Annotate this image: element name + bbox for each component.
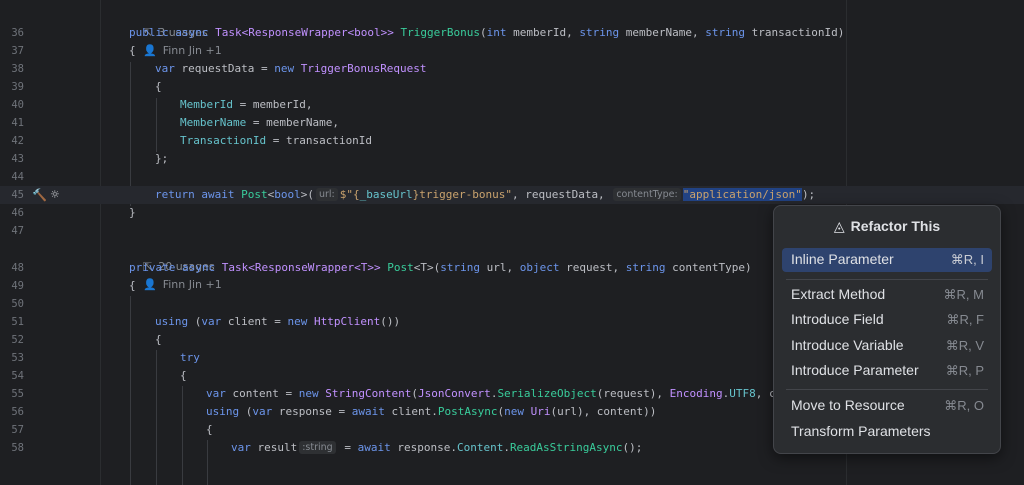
menu-item-inline-parameter[interactable]: Inline Parameter ⌘R, I: [782, 248, 992, 272]
code-text: var content = new StringContent(JsonConv…: [206, 387, 796, 400]
parameter-hint-contenttype: contentType:: [613, 188, 681, 201]
code-line[interactable]: 38 var requestData = new TriggerBonusReq…: [0, 60, 1024, 78]
code-text: using (var client = new HttpClient()): [155, 315, 401, 328]
line-number: 57: [11, 424, 24, 436]
line-number: 43: [11, 153, 24, 165]
menu-separator: [786, 279, 988, 280]
line-number: 56: [11, 406, 24, 418]
code-text: public async Task<ResponseWrapper<bool>>…: [129, 26, 845, 39]
code-text: {: [155, 333, 162, 346]
code-line[interactable]: 40 MemberId = memberId,: [0, 96, 1024, 114]
code-text: return await Post<bool>(url: $"{_baseUrl}…: [155, 188, 816, 201]
line-number: 45: [11, 189, 24, 201]
menu-item-introduce-variable[interactable]: Introduce Variable ⌘R, V: [782, 334, 992, 358]
shortcut-label: ⌘R, V: [945, 338, 984, 353]
line-number: 47: [11, 225, 24, 237]
hammer-icon[interactable]: 🔨: [32, 186, 47, 204]
refactor-bulb-icon[interactable]: ☼: [50, 186, 60, 204]
code-text: {: [180, 369, 187, 382]
code-line[interactable]: 36 public async Task<ResponseWrapper<boo…: [0, 24, 1024, 42]
line-number: 40: [11, 99, 24, 111]
code-text: {: [155, 80, 162, 93]
shortcut-label: ⌘R, I: [950, 252, 984, 267]
code-text: {: [129, 279, 136, 292]
refactor-icon: ◬: [833, 218, 845, 234]
code-line[interactable]: 44: [0, 168, 1024, 186]
code-line[interactable]: 43 };: [0, 150, 1024, 168]
line-number: 58: [11, 442, 24, 454]
line-number: 37: [11, 45, 24, 57]
shortcut-label: ⌘R, M: [943, 287, 984, 302]
line-number: 52: [11, 334, 24, 346]
popup-title: ◬ Refactor This: [833, 218, 941, 234]
code-text: var result:string = await response.Conte…: [231, 441, 643, 454]
line-number: 36: [11, 27, 24, 39]
line-number: 39: [11, 81, 24, 93]
selected-string[interactable]: "application/json": [682, 188, 802, 201]
code-text: private async Task<ResponseWrapper<T>> P…: [129, 261, 752, 274]
line-number: 38: [11, 63, 24, 75]
line-number: 54: [11, 370, 24, 382]
refactor-this-popup[interactable]: ◬ Refactor This Inline Parameter ⌘R, I Ex…: [773, 205, 1001, 454]
code-text: {: [129, 44, 136, 57]
shortcut-label: ⌘R, O: [944, 398, 984, 413]
code-text: {: [206, 423, 213, 436]
line-number: 48: [11, 262, 24, 274]
code-text: try: [180, 351, 200, 364]
code-text: }: [129, 206, 136, 219]
code-text: var requestData = new TriggerBonusReques…: [155, 62, 427, 75]
line-number: 46: [11, 207, 24, 219]
line-number: 55: [11, 388, 24, 400]
code-text: };: [155, 152, 169, 165]
line-number: 51: [11, 316, 24, 328]
shortcut-label: ⌘R, F: [946, 312, 984, 327]
menu-item-introduce-field[interactable]: Introduce Field ⌘R, F: [782, 308, 992, 332]
line-number: 53: [11, 352, 24, 364]
code-line[interactable]: 42 TransactionId = transactionId: [0, 132, 1024, 150]
code-text: TransactionId = transactionId: [180, 134, 373, 147]
code-text: using (var response = await client.PostA…: [206, 405, 657, 418]
type-hint-string: :string: [299, 441, 336, 454]
line-number: 49: [11, 280, 24, 292]
menu-item-introduce-parameter[interactable]: Introduce Parameter ⌘R, P: [782, 359, 992, 383]
menu-item-extract-method[interactable]: Extract Method ⌘R, M: [782, 283, 992, 307]
code-line-current[interactable]: 45 🔨 ☼ return await Post<bool>(url: $"{_b…: [0, 186, 1024, 204]
code-line[interactable]: 41 MemberName = memberName,: [0, 114, 1024, 132]
code-line[interactable]: 39 {: [0, 78, 1024, 96]
menu-separator: [786, 389, 988, 390]
menu-item-transform-parameters[interactable]: Transform Parameters: [782, 420, 992, 444]
shortcut-label: ⌘R, P: [945, 363, 984, 378]
line-number: 50: [11, 298, 24, 310]
code-text: MemberName = memberName,: [180, 116, 339, 129]
line-number: 42: [11, 135, 24, 147]
parameter-hint-url: url:: [315, 188, 338, 201]
menu-item-move-to-resource[interactable]: Move to Resource ⌘R, O: [782, 394, 992, 418]
line-number: 44: [11, 171, 24, 183]
line-number: 41: [11, 117, 24, 129]
code-text: MemberId = memberId,: [180, 98, 313, 111]
code-line[interactable]: 37 {: [0, 42, 1024, 60]
